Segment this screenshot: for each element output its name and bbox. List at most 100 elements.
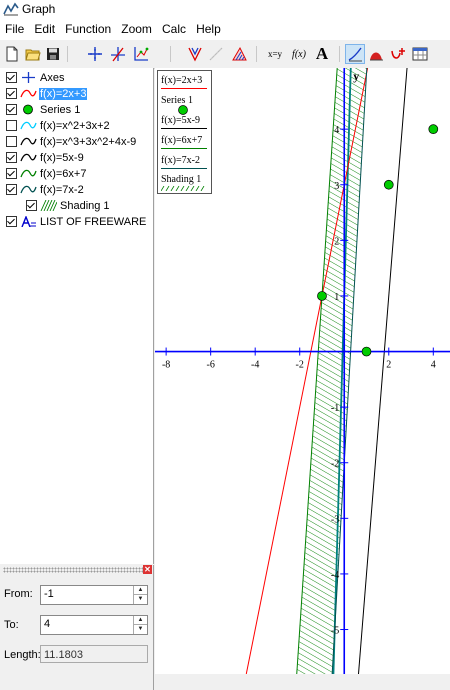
- tree-item-f-x3[interactable]: f(x)=x^3+3x^2+4x-9: [6, 135, 137, 148]
- legend-line: [161, 168, 207, 169]
- menu-help[interactable]: Help: [191, 18, 223, 36]
- to-label: To:: [4, 619, 19, 631]
- open-button[interactable]: [24, 45, 42, 63]
- text-a-label: A: [315, 44, 329, 63]
- insert-relation-button[interactable]: [186, 45, 204, 63]
- checkbox[interactable]: [6, 120, 17, 131]
- insert-axes-button[interactable]: [86, 45, 104, 63]
- text-label-icon: [21, 216, 36, 227]
- from-input[interactable]: [41, 586, 132, 602]
- to-input[interactable]: [41, 616, 132, 632]
- legend-line: [161, 128, 207, 129]
- save-icon: [47, 48, 59, 60]
- legend-line: [161, 148, 207, 149]
- trace-curve-button[interactable]: [345, 44, 365, 64]
- xy-evaluate-button[interactable]: x=y: [264, 45, 286, 63]
- y-tick-label: 3: [334, 181, 339, 192]
- x-tick-label: 2: [386, 360, 391, 371]
- series-point: [383, 179, 394, 190]
- tree-item-f-6x-7[interactable]: f(x)=6x+7: [6, 167, 87, 180]
- checkbox[interactable]: [6, 136, 17, 147]
- panel-close-icon[interactable]: ✕: [143, 565, 152, 574]
- menu-zoom[interactable]: Zoom: [116, 18, 154, 36]
- from-label: From:: [4, 588, 33, 600]
- checkbox[interactable]: [6, 216, 17, 227]
- checkbox[interactable]: [6, 104, 17, 115]
- series-point: [317, 291, 327, 301]
- spin-down-icon[interactable]: ▼: [134, 624, 147, 633]
- menu-edit[interactable]: Edit: [29, 18, 57, 36]
- area-icon: [370, 52, 383, 61]
- legend-hatch: [161, 186, 205, 191]
- area-button[interactable]: [367, 45, 385, 63]
- legend-entry: f(x)=2x+3: [161, 75, 203, 86]
- menu-function[interactable]: Function: [60, 18, 113, 36]
- tree-item-f-2x-3[interactable]: f(x)=2x+3: [6, 87, 88, 100]
- tree-item-shading-1[interactable]: Shading 1: [26, 199, 111, 212]
- window-title: Graph: [22, 2, 56, 16]
- curve-icon: [20, 137, 37, 146]
- function-tree: Axes f(x)=2x+3 Series 1 f(x)=x^2+3x+2 f(…: [0, 68, 154, 564]
- y-tick-label: -3: [331, 514, 339, 525]
- shading-icon: [232, 46, 247, 61]
- insert-function-axes-button[interactable]: [109, 45, 127, 63]
- tree-item-f-7x-2[interactable]: f(x)=7x-2: [6, 183, 85, 196]
- title-bar: Graph: [0, 0, 450, 18]
- custom-function-icon: [391, 48, 405, 59]
- from-spinner[interactable]: ▲ ▼: [40, 585, 148, 605]
- legend-line: [161, 88, 207, 89]
- series-point: [361, 346, 372, 357]
- y-tick-label: -4: [331, 570, 339, 581]
- to-spinner[interactable]: ▲ ▼: [40, 615, 148, 635]
- trace-curve-icon: [348, 47, 362, 62]
- new-document-button[interactable]: [3, 45, 21, 63]
- checkbox[interactable]: [6, 72, 17, 83]
- legend-entry: Shading 1: [161, 174, 202, 185]
- checkbox[interactable]: [6, 152, 17, 163]
- length-label: Length:: [4, 649, 41, 661]
- curve-icon: [20, 185, 37, 194]
- tree-item-list-of-freeware[interactable]: LIST OF FREEWARE: [6, 215, 147, 228]
- length-value: 11.1803: [40, 645, 148, 663]
- tree-item-series-1[interactable]: Series 1: [6, 103, 81, 116]
- curve-icon: [20, 121, 37, 130]
- insert-custom-button[interactable]: [389, 45, 407, 63]
- legend: f(x)=2x+3 Series 1 f(x)=5x-9 f(x)=6x+7 f…: [157, 70, 212, 194]
- checkbox[interactable]: [26, 200, 37, 211]
- axes-icon: [88, 47, 102, 61]
- y-tick-label: 1: [334, 292, 339, 303]
- panel-grip[interactable]: [3, 567, 143, 573]
- legend-entry: f(x)=7x-2: [161, 155, 200, 166]
- y-tick-label: 2: [334, 236, 339, 247]
- spin-up-icon[interactable]: ▲: [134, 616, 147, 624]
- spin-down-icon[interactable]: ▼: [134, 594, 147, 603]
- x-tick-label: -2: [296, 360, 304, 371]
- y-tick-label: 4: [334, 125, 339, 136]
- insert-point-series-button[interactable]: [132, 45, 150, 63]
- tree-item-f-5x-9[interactable]: f(x)=5x-9: [6, 151, 85, 164]
- menu-file[interactable]: File: [0, 18, 26, 36]
- axes-icon: [22, 72, 35, 83]
- spin-up-icon[interactable]: ▲: [134, 586, 147, 594]
- legend-entry: f(x)=5x-9: [161, 115, 200, 126]
- insert-text-button[interactable]: A: [313, 44, 331, 63]
- save-button[interactable]: [44, 45, 62, 63]
- series-point: [428, 124, 439, 135]
- insert-shading-button[interactable]: [230, 45, 248, 63]
- y-tick-label: -2: [331, 459, 339, 470]
- table-button[interactable]: [411, 45, 429, 63]
- plot-area[interactable]: -8 -6 -4 -2 2 4 4 3 2 1 -1 -2 -3 -4 -5 y f(x)=2x+3 Seri…: [155, 68, 450, 674]
- tree-item-axes[interactable]: Axes: [6, 71, 65, 84]
- fx-button[interactable]: f(x): [290, 45, 308, 63]
- tree-item-f-x2[interactable]: f(x)=x^2+3x+2: [6, 119, 111, 132]
- y-axis-label: y: [353, 69, 359, 83]
- status-bar: [155, 674, 450, 690]
- menu-calc[interactable]: Calc: [157, 18, 188, 36]
- tangent-icon: [209, 47, 223, 61]
- checkbox[interactable]: [6, 88, 17, 99]
- y-tick-label: -1: [331, 403, 339, 414]
- checkbox[interactable]: [6, 168, 17, 179]
- checkbox[interactable]: [6, 184, 17, 195]
- legend-entry: f(x)=6x+7: [161, 135, 203, 146]
- insert-tangent-button[interactable]: [207, 45, 225, 63]
